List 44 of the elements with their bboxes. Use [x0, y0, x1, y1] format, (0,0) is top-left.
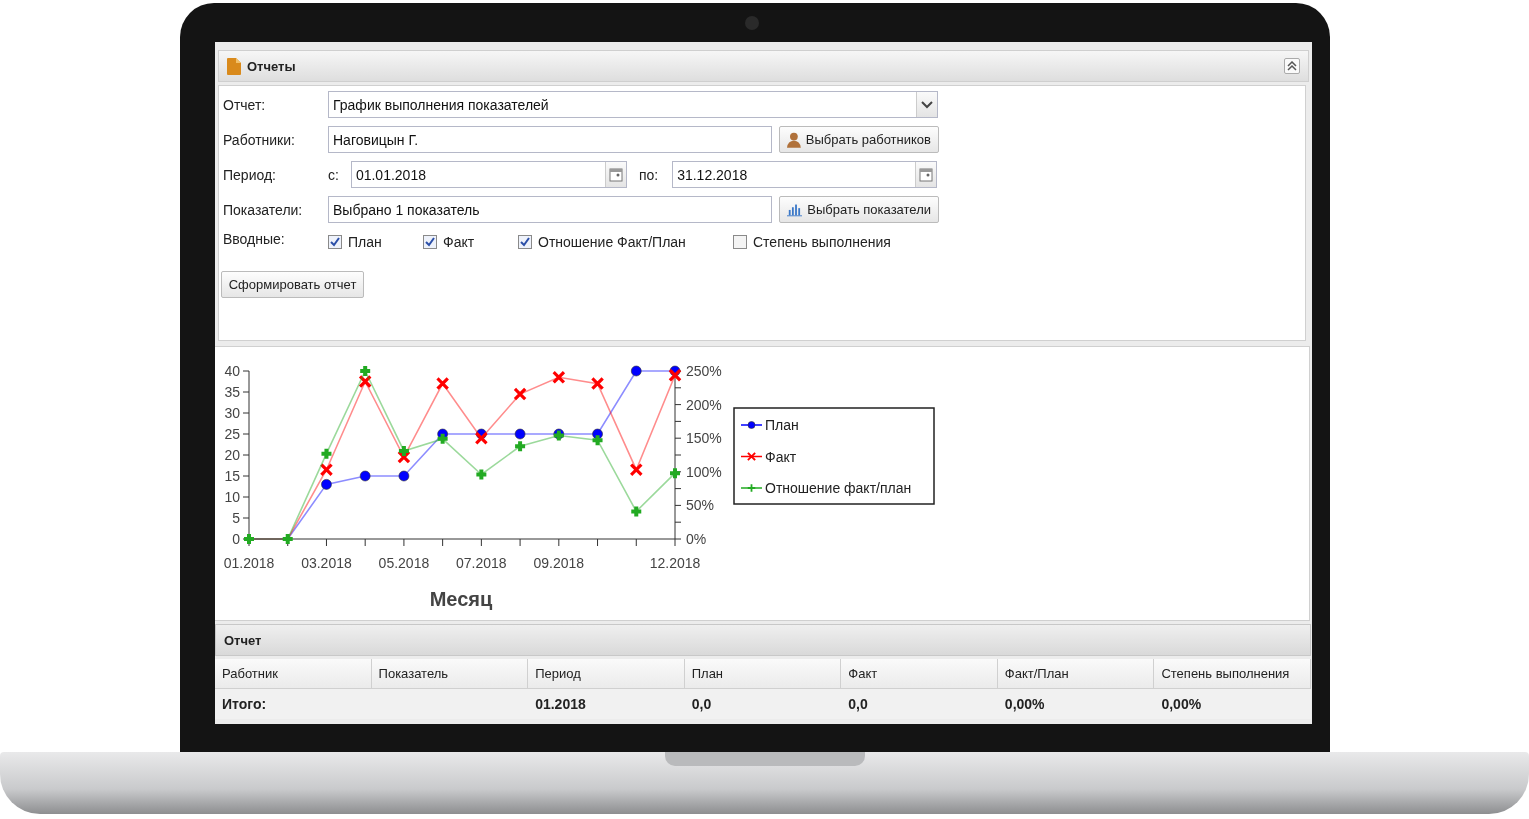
section-header: Отчет	[215, 624, 1311, 656]
field-label: Работники:	[223, 131, 296, 148]
table-cell: Итого:	[215, 689, 372, 719]
legend-label: План	[765, 417, 799, 433]
field-label: Отчет:	[223, 96, 267, 113]
table-cell: 0,00%	[1154, 689, 1311, 719]
axis-tick-label: 01.2018	[223, 555, 275, 571]
axis-tick-label: 20	[224, 447, 240, 463]
field-label: Вводные:	[223, 231, 286, 247]
field-label: с:	[328, 166, 339, 183]
axis-tick-label: 07.2018	[456, 555, 507, 571]
axis-tick-label: 12.2018	[649, 555, 701, 571]
field-label: Период:	[223, 166, 277, 183]
panel-title: Отчеты	[247, 58, 296, 74]
axis-tick-label: 10	[224, 489, 240, 505]
table-cell: 01.2018	[528, 689, 685, 719]
axis-tick-label: 03.2018	[301, 555, 352, 571]
axis-tick-label: 35	[224, 384, 240, 400]
table-cell: 0,0	[684, 689, 842, 719]
axis-tick-label: 250%	[686, 363, 722, 379]
axis-tick-label: 0	[232, 531, 240, 547]
field-label: Показатели:	[223, 201, 304, 218]
checkbox-label: Факт	[443, 234, 475, 250]
axis-tick-label: 50%	[686, 497, 715, 514]
axis-tick-label: 40	[224, 363, 240, 379]
checkbox-label: План	[348, 234, 382, 250]
axis-tick-label: 09.2018	[533, 555, 585, 571]
legend-label: Отношение факт/план	[765, 480, 912, 496]
axis-tick-label: 200%	[686, 396, 722, 413]
axis-tick-label: 15	[224, 468, 240, 484]
axis-tick-label: 25	[224, 426, 240, 442]
axis-title: Месяц	[429, 588, 493, 610]
field-label: по:	[638, 166, 659, 183]
axis-tick-label: 100%	[686, 463, 722, 480]
table-cell: 0,0	[841, 689, 998, 719]
axis-tick-label: 05.2018	[378, 555, 430, 571]
checkbox-label: Отношение Факт/План	[538, 234, 686, 250]
axis-tick-label: 5	[232, 510, 240, 526]
axis-tick-label: 150%	[686, 430, 722, 447]
checkbox-label: Степень выполнения	[753, 234, 891, 250]
axis-tick-label: 30	[224, 405, 240, 421]
axis-tick-label: 0%	[686, 531, 707, 547]
legend-label: Факт	[765, 448, 797, 465]
table-cell: 0,00%	[997, 689, 1155, 719]
